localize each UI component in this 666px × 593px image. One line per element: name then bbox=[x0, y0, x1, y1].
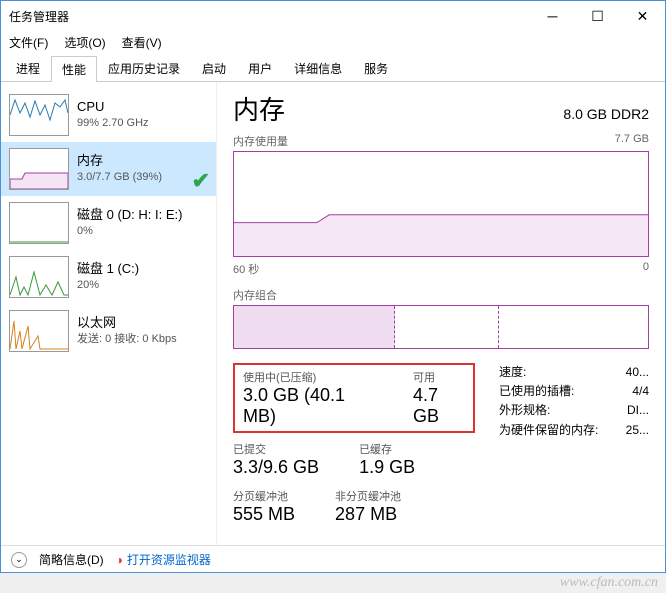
x-axis-right: 0 bbox=[643, 261, 649, 277]
cached-value: 1.9 GB bbox=[359, 457, 415, 478]
menu-options[interactable]: 选项(O) bbox=[60, 32, 109, 53]
form-value: DI... bbox=[627, 401, 649, 420]
tab-startup[interactable]: 启动 bbox=[191, 55, 237, 81]
x-axis-left: 60 秒 bbox=[233, 261, 259, 277]
sidebar-item-label: 磁盘 1 (C:) bbox=[77, 260, 139, 278]
sidebar: CPU 99% 2.70 GHz 内存 3.0/7.7 GB (39%) ✔ bbox=[1, 82, 216, 545]
cached-label: 已缓存 bbox=[359, 441, 415, 457]
paged-value: 555 MB bbox=[233, 504, 295, 525]
tab-processes[interactable]: 进程 bbox=[5, 55, 51, 81]
brief-info-link[interactable]: 简略信息(D) bbox=[39, 551, 104, 568]
tab-performance[interactable]: 性能 bbox=[51, 56, 97, 82]
tab-users[interactable]: 用户 bbox=[237, 55, 283, 81]
collapse-icon[interactable]: ⌄ bbox=[11, 552, 27, 568]
titlebar: 任务管理器 ─ ☐ ✕ bbox=[1, 1, 665, 31]
sidebar-item-memory[interactable]: 内存 3.0/7.7 GB (39%) ✔ bbox=[1, 142, 216, 196]
paged-label: 分页缓冲池 bbox=[233, 488, 295, 504]
maximize-button[interactable]: ☐ bbox=[575, 1, 620, 31]
sidebar-item-label: 以太网 bbox=[77, 314, 177, 332]
tab-services[interactable]: 服务 bbox=[353, 55, 399, 81]
menubar: 文件(F) 选项(O) 查看(V) bbox=[1, 31, 665, 53]
usage-max: 7.7 GB bbox=[615, 133, 649, 149]
memory-thumb bbox=[9, 148, 69, 190]
page-title: 内存 bbox=[233, 90, 285, 127]
footer: ⌄ 简略信息(D) ◑ 打开资源监视器 bbox=[1, 545, 665, 573]
sidebar-item-label: CPU bbox=[77, 98, 149, 116]
avail-value: 4.7 GB bbox=[413, 385, 465, 427]
sidebar-item-sub: 99% 2.70 GHz bbox=[77, 116, 149, 131]
sidebar-item-sub: 发送: 0 接收: 0 Kbps bbox=[77, 332, 177, 347]
nonpaged-value: 287 MB bbox=[335, 504, 401, 525]
sidebar-item-ethernet[interactable]: 以太网 发送: 0 接收: 0 Kbps bbox=[1, 304, 216, 358]
form-label: 外形规格: bbox=[499, 401, 550, 420]
sidebar-item-cpu[interactable]: CPU 99% 2.70 GHz bbox=[1, 88, 216, 142]
inuse-label: 使用中(已压缩) bbox=[243, 369, 373, 385]
sidebar-item-label: 磁盘 0 (D: H: I: E:) bbox=[77, 206, 182, 224]
disk-thumb bbox=[9, 202, 69, 244]
sidebar-item-sub: 20% bbox=[77, 278, 139, 293]
tab-apphistory[interactable]: 应用历史记录 bbox=[97, 55, 191, 81]
sidebar-item-disk1[interactable]: 磁盘 1 (C:) 20% bbox=[1, 250, 216, 304]
resource-monitor-label: 打开资源监视器 bbox=[127, 551, 211, 568]
window-title: 任务管理器 bbox=[9, 8, 530, 25]
menu-file[interactable]: 文件(F) bbox=[5, 32, 52, 53]
speed-label: 速度: bbox=[499, 363, 526, 382]
committed-value: 3.3/9.6 GB bbox=[233, 457, 319, 478]
reserved-label: 为硬件保留的内存: bbox=[499, 421, 598, 440]
task-manager-window: 任务管理器 ─ ☐ ✕ 文件(F) 选项(O) 查看(V) 进程 性能 应用历史… bbox=[0, 0, 666, 573]
avail-label: 可用 bbox=[413, 369, 465, 385]
highlighted-stats: 使用中(已压缩) 3.0 GB (40.1 MB) 可用 4.7 GB bbox=[233, 363, 475, 433]
resource-monitor-link[interactable]: ◑ 打开资源监视器 bbox=[116, 551, 211, 568]
tab-details[interactable]: 详细信息 bbox=[283, 55, 353, 81]
close-button[interactable]: ✕ bbox=[620, 1, 665, 31]
sidebar-item-label: 内存 bbox=[77, 152, 162, 170]
watermark: www.cfan.com.cn bbox=[560, 575, 658, 591]
minimize-button[interactable]: ─ bbox=[530, 1, 575, 31]
speed-value: 40... bbox=[626, 363, 649, 382]
committed-label: 已提交 bbox=[233, 441, 319, 457]
sidebar-item-sub: 0% bbox=[77, 224, 182, 239]
monitor-icon: ◑ bbox=[116, 553, 123, 567]
memory-composition-chart[interactable] bbox=[233, 305, 649, 349]
content: CPU 99% 2.70 GHz 内存 3.0/7.7 GB (39%) ✔ bbox=[1, 82, 665, 545]
nonpaged-label: 非分页缓冲池 bbox=[335, 488, 401, 504]
cpu-thumb bbox=[9, 94, 69, 136]
ethernet-thumb bbox=[9, 310, 69, 352]
checkmark-icon: ✔ bbox=[192, 168, 210, 194]
slots-value: 4/4 bbox=[632, 382, 649, 401]
inuse-value: 3.0 GB (40.1 MB) bbox=[243, 385, 373, 427]
sidebar-item-disk0[interactable]: 磁盘 0 (D: H: I: E:) 0% bbox=[1, 196, 216, 250]
memory-total: 8.0 GB DDR2 bbox=[563, 106, 649, 122]
menu-view[interactable]: 查看(V) bbox=[118, 32, 166, 53]
slots-label: 已使用的插槽: bbox=[499, 382, 574, 401]
sidebar-item-sub: 3.0/7.7 GB (39%) bbox=[77, 170, 162, 185]
tabs: 进程 性能 应用历史记录 启动 用户 详细信息 服务 bbox=[1, 55, 665, 82]
memory-specs: 速度: 40... 已使用的插槽: 4/4 外形规格: DI... 为硬件保留的内存:… bbox=[499, 363, 649, 535]
composition-label: 内存组合 bbox=[233, 287, 277, 303]
usage-label: 内存使用量 bbox=[233, 133, 288, 149]
memory-usage-chart[interactable] bbox=[233, 151, 649, 257]
main-panel: 内存 8.0 GB DDR2 内存使用量 7.7 GB 60 秒 0 内存组合 bbox=[216, 82, 665, 545]
disk-thumb bbox=[9, 256, 69, 298]
reserved-value: 25... bbox=[626, 421, 649, 440]
